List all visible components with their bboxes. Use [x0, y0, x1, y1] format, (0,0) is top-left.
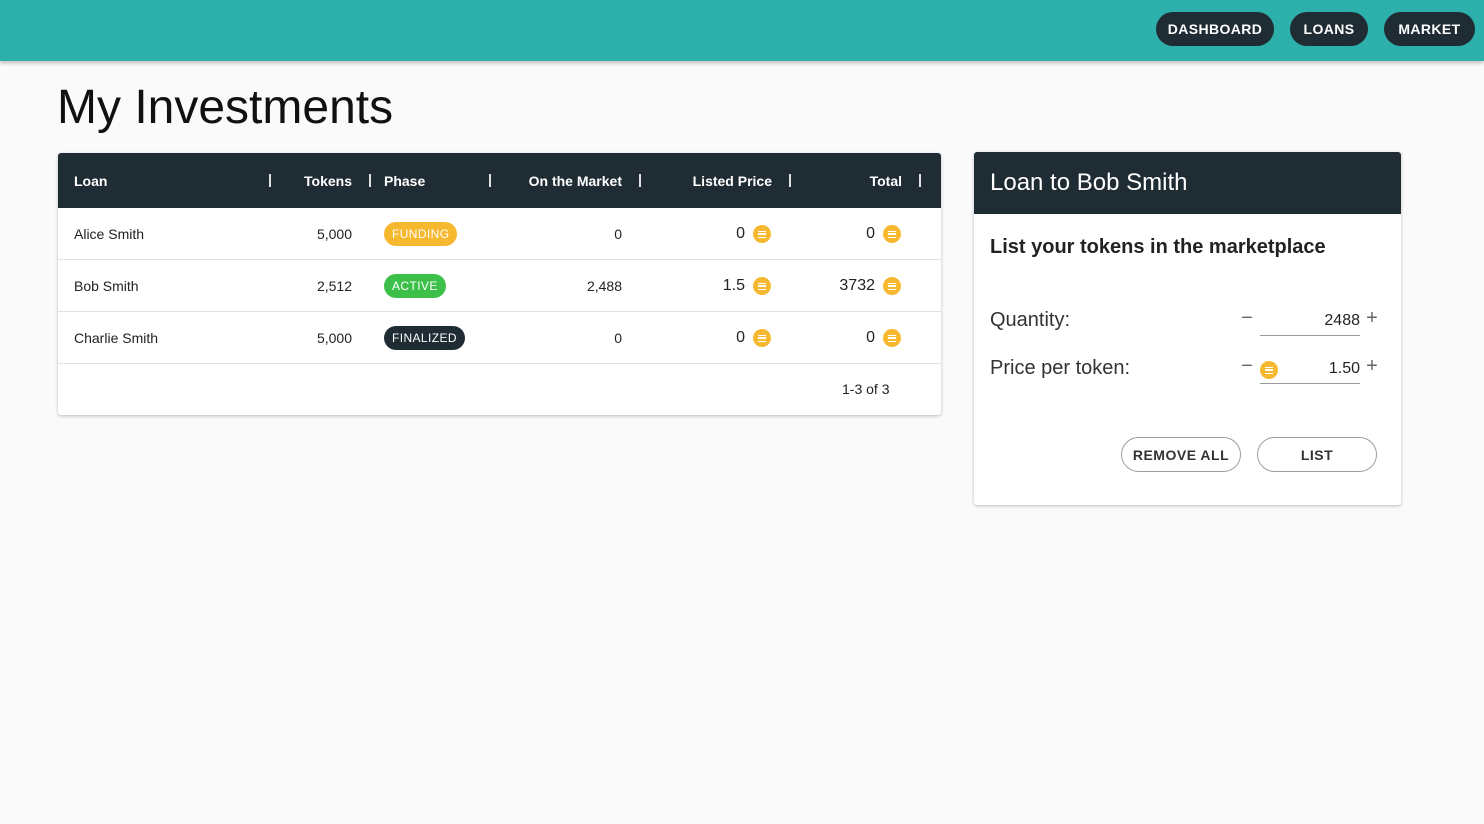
- column-resize-handle[interactable]: [789, 174, 791, 187]
- column-resize-handle[interactable]: [639, 174, 641, 187]
- on-market-value: 0: [614, 226, 622, 242]
- table-row[interactable]: Charlie Smith 5,000 FINALIZED 0 0 0: [58, 312, 941, 364]
- remove-all-button[interactable]: REMOVE ALL: [1121, 437, 1241, 472]
- column-resize-handle[interactable]: [919, 174, 921, 187]
- phase-chip-finalized: FINALIZED: [384, 326, 465, 350]
- phase-chip-funding: FUNDING: [384, 222, 458, 246]
- minus-icon[interactable]: −: [1237, 355, 1257, 377]
- column-header-listed-price[interactable]: Listed Price: [658, 153, 772, 208]
- page-title: My Investments: [57, 81, 394, 134]
- column-header-on-market[interactable]: On the Market: [508, 153, 622, 208]
- quantity-label: Quantity:: [990, 309, 1071, 331]
- phase-cell: ACTIVE: [384, 260, 446, 312]
- coin-icon: [883, 225, 901, 243]
- tokens-value: 2,512: [316, 278, 352, 294]
- coin-icon: [1260, 361, 1278, 379]
- loan-name: Charlie Smith: [74, 330, 159, 346]
- total-coin-cell: [883, 208, 901, 260]
- tokens-value: 5,000: [316, 330, 352, 346]
- total-coin-cell: [883, 260, 901, 312]
- nav-loans-button[interactable]: LOANS: [1290, 12, 1368, 46]
- coin-icon: [883, 329, 901, 347]
- column-header-loan[interactable]: Loan: [74, 153, 107, 208]
- coin-icon: [883, 277, 901, 295]
- phase-cell: FUNDING: [384, 208, 458, 260]
- coin-icon: [753, 277, 771, 295]
- pagination-info: 1-3 of 3: [842, 381, 890, 397]
- phase-chip-active: ACTIVE: [384, 274, 446, 298]
- nav-market-button[interactable]: MARKET: [1384, 12, 1475, 46]
- price-label: Price per token:: [990, 357, 1131, 379]
- column-header-tokens[interactable]: Tokens: [286, 153, 352, 208]
- column-resize-handle[interactable]: [489, 174, 491, 187]
- column-resize-handle[interactable]: [269, 174, 271, 187]
- listed-price-value: 0: [736, 329, 745, 346]
- investments-table: Loan Tokens Phase On the Market Listed P…: [58, 153, 941, 415]
- listed-price-coin-cell: [753, 312, 771, 364]
- panel-title: Loan to Bob Smith: [974, 152, 1401, 214]
- listing-panel: Loan to Bob Smith List your tokens in th…: [974, 152, 1401, 505]
- panel-subtitle: List your tokens in the marketplace: [990, 236, 1326, 258]
- table-row[interactable]: Alice Smith 5,000 FUNDING 0 0 0: [58, 208, 941, 260]
- nav-dashboard-button[interactable]: DASHBOARD: [1156, 12, 1274, 46]
- column-header-total[interactable]: Total: [808, 153, 902, 208]
- on-market-value: 0: [614, 330, 622, 346]
- total-value: 0: [866, 225, 875, 242]
- plus-icon[interactable]: +: [1362, 307, 1382, 329]
- coin-icon: [753, 329, 771, 347]
- listed-price-value: 1.5: [722, 277, 745, 294]
- listed-price-coin-cell: [753, 208, 771, 260]
- coin-icon: [753, 225, 771, 243]
- loan-name: Bob Smith: [74, 278, 139, 294]
- on-market-value: 2,488: [586, 278, 622, 294]
- loan-name: Alice Smith: [74, 226, 145, 242]
- listed-price-value: 0: [736, 225, 745, 242]
- quantity-input[interactable]: 2488: [1260, 306, 1360, 336]
- column-header-phase[interactable]: Phase: [384, 153, 425, 208]
- top-app-bar: DASHBOARD LOANS MARKET: [0, 0, 1484, 61]
- phase-cell: FINALIZED: [384, 312, 465, 364]
- table-header: Loan Tokens Phase On the Market Listed P…: [58, 153, 941, 208]
- tokens-value: 5,000: [316, 226, 352, 242]
- total-coin-cell: [883, 312, 901, 364]
- total-value: 0: [866, 329, 875, 346]
- plus-icon[interactable]: +: [1362, 355, 1382, 377]
- minus-icon[interactable]: −: [1237, 307, 1257, 329]
- table-row[interactable]: Bob Smith 2,512 ACTIVE 2,488 1.5 3732: [58, 260, 941, 312]
- column-resize-handle[interactable]: [369, 174, 371, 187]
- list-button[interactable]: LIST: [1257, 437, 1377, 472]
- total-value: 3732: [839, 277, 875, 294]
- listed-price-coin-cell: [753, 260, 771, 312]
